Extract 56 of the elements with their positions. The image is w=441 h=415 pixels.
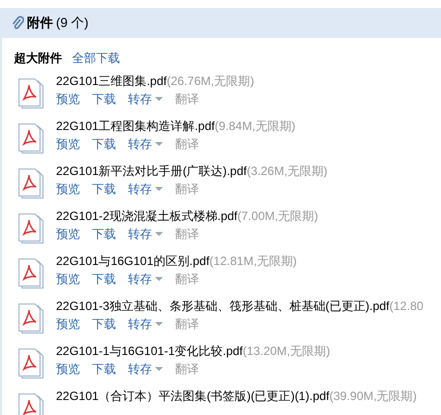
save-menu[interactable]: 转存: [128, 136, 163, 153]
action-link: 翻译: [175, 136, 199, 153]
action-link[interactable]: 预览: [56, 226, 80, 243]
pdf-file-icon: [17, 348, 45, 380]
action-link[interactable]: 预览: [56, 136, 80, 153]
action-link[interactable]: 下载: [92, 226, 116, 243]
save-menu[interactable]: 转存: [128, 226, 163, 243]
action-link[interactable]: 下载: [92, 271, 116, 288]
paperclip-icon: [12, 16, 24, 30]
pdf-file-icon: [17, 168, 45, 200]
save-menu[interactable]: 转存: [128, 91, 163, 108]
file-name: 22G101-3独立基础、条形基础、筏形基础、桩基础(已更正).pdf: [56, 299, 390, 313]
pdf-file-icon: [17, 213, 45, 245]
section-label: 超大附件: [14, 50, 62, 67]
pdf-file-icon: [17, 123, 45, 155]
action-link[interactable]: 下载: [92, 136, 116, 153]
action-link: 翻译: [175, 271, 199, 288]
action-link[interactable]: 预览: [56, 271, 80, 288]
file-name: 22G101（合订本）平法图集(书签版)(已更正)(1).pdf: [56, 389, 330, 403]
file-name: 22G101新平法对比手册(广联达).pdf: [56, 164, 247, 178]
download-all-link[interactable]: 全部下载: [72, 50, 120, 67]
header-title: 附件: [27, 14, 53, 32]
file-name: 22G101与16G101的区别.pdf: [56, 254, 210, 268]
action-link[interactable]: 预览: [56, 91, 80, 108]
file-name: 22G101工程图集构造详解.pdf: [56, 119, 215, 133]
action-link[interactable]: 下载: [92, 361, 116, 378]
pdf-file-icon: [17, 258, 45, 290]
pdf-file-icon: [17, 303, 45, 335]
action-link[interactable]: 下载: [92, 316, 116, 333]
action-link: 翻译: [175, 316, 199, 333]
file-name: 22G101-1与16G101-1变化比较.pdf: [56, 344, 243, 358]
action-link: 翻译: [175, 226, 199, 243]
action-link[interactable]: 预览: [56, 181, 80, 198]
action-link: 翻译: [175, 361, 199, 378]
file-size: (12.81M,无限期): [209, 254, 297, 268]
save-menu[interactable]: 转存: [128, 316, 163, 333]
file-size: (7.00M,无限期): [237, 209, 318, 223]
file-size: (26.76M,无限期): [166, 74, 254, 88]
action-link[interactable]: 下载: [92, 181, 116, 198]
file-name: 22G101三维图集.pdf: [56, 74, 167, 88]
file-size: (12.80: [389, 299, 424, 313]
save-menu[interactable]: 转存: [128, 181, 163, 198]
action-link[interactable]: 下载: [92, 91, 116, 108]
save-menu[interactable]: 转存: [128, 361, 163, 378]
file-name: 22G101-2现浇混凝土板式楼梯.pdf: [56, 209, 238, 223]
file-size: (9.84M,无限期): [214, 119, 296, 133]
attachment-count: (9 个): [56, 14, 88, 32]
file-size: (13.20M,无限期): [242, 344, 330, 358]
save-menu[interactable]: 转存: [128, 271, 163, 288]
pdf-file-icon: [17, 78, 45, 110]
file-size: (3.26M,无限期): [246, 164, 328, 178]
action-link: 翻译: [175, 181, 199, 198]
file-size: (39.90M,无限期): [329, 389, 417, 403]
action-link[interactable]: 预览: [56, 361, 80, 378]
action-link[interactable]: 预览: [56, 316, 80, 333]
action-link: 翻译: [175, 91, 199, 108]
